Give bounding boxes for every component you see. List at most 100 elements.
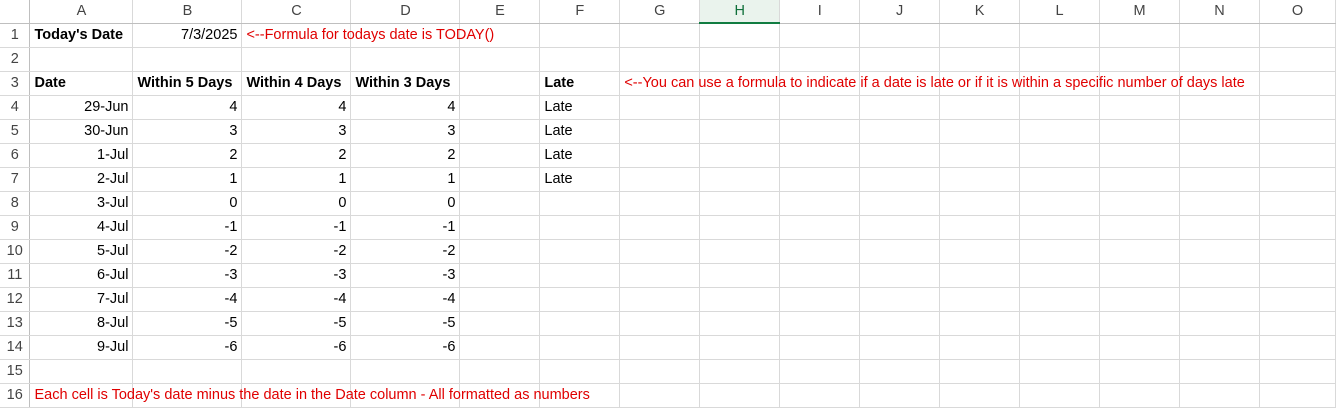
cell-a16[interactable]: Each cell is Today's date minus the date… [29,383,590,408]
row-header[interactable]: 8 [0,191,31,216]
row-header[interactable]: 6 [0,143,31,168]
cell[interactable] [619,263,701,288]
date-cell[interactable]: 3-Jul [29,191,134,216]
cell[interactable] [1099,287,1180,312]
column-header-m[interactable]: M [1099,0,1180,24]
cell[interactable] [1259,335,1336,360]
cell[interactable] [1179,119,1260,144]
row-header[interactable]: 5 [0,119,31,144]
late-cell[interactable] [539,335,621,360]
row-header[interactable]: 11 [0,263,31,288]
cell[interactable] [1019,287,1101,312]
cell[interactable] [1259,287,1336,312]
cell[interactable] [1099,239,1180,264]
column-header-h[interactable]: H [699,0,781,24]
cell-o3[interactable] [1259,71,1336,96]
cell[interactable] [1019,311,1101,336]
column-header-e[interactable]: E [459,0,541,24]
cell[interactable] [699,359,781,384]
date-cell[interactable]: 30-Jun [29,119,134,144]
within-3-days-cell[interactable]: -4 [350,287,461,312]
cell[interactable] [1019,263,1101,288]
cell[interactable] [1259,383,1336,408]
within-4-days-cell[interactable]: -1 [241,215,352,240]
cell[interactable] [939,215,1021,240]
cell-h1[interactable] [699,23,781,48]
cell[interactable] [779,143,861,168]
cell[interactable] [1259,215,1336,240]
cell[interactable] [859,47,941,72]
cell[interactable] [459,143,541,168]
within-4-days-cell[interactable]: 0 [241,191,352,216]
cell[interactable] [1019,95,1101,120]
cell[interactable] [619,215,701,240]
row-header[interactable]: 3 [0,71,31,96]
cell-l1[interactable] [1019,23,1101,48]
cell[interactable] [939,335,1021,360]
within-3-days-cell[interactable]: -5 [350,311,461,336]
cell[interactable] [779,95,861,120]
column-header-d[interactable]: D [350,0,461,24]
cell-m1[interactable] [1099,23,1180,48]
cell[interactable] [1259,311,1336,336]
within-4-days-cell[interactable]: -2 [241,239,352,264]
cell[interactable] [459,167,541,192]
cell[interactable] [939,191,1021,216]
cell[interactable] [779,383,861,408]
cell[interactable] [699,119,781,144]
cell[interactable] [539,359,621,384]
column-header-f[interactable]: F [539,0,621,24]
cell[interactable] [1099,119,1180,144]
column-header-n[interactable]: N [1179,0,1260,24]
within-3-days-cell[interactable]: 2 [350,143,461,168]
date-cell[interactable]: 8-Jul [29,311,134,336]
cell[interactable] [699,263,781,288]
cell[interactable] [459,119,541,144]
cell[interactable] [1179,335,1260,360]
date-cell[interactable]: 7-Jul [29,287,134,312]
cell[interactable] [1179,311,1260,336]
row-header[interactable]: 7 [0,167,31,192]
within-3-days-cell[interactable]: -3 [350,263,461,288]
row-header[interactable]: 15 [0,359,31,384]
cell[interactable] [1019,167,1101,192]
cell[interactable] [1099,215,1180,240]
cell[interactable] [619,167,701,192]
cell-c1[interactable]: <--Formula for todays date is TODAY() [241,23,494,48]
cell[interactable] [619,311,701,336]
cell[interactable] [779,359,861,384]
cell[interactable] [699,287,781,312]
cell[interactable] [619,239,701,264]
within-4-days-cell[interactable]: 1 [241,167,352,192]
cell[interactable] [459,287,541,312]
cell[interactable] [1099,143,1180,168]
row-header[interactable]: 13 [0,311,31,336]
column-header-o[interactable]: O [1259,0,1336,24]
late-cell[interactable]: Late [539,95,621,120]
row-header[interactable]: 10 [0,239,31,264]
within-5-days-cell[interactable]: -2 [132,239,243,264]
cell[interactable] [699,215,781,240]
cell[interactable] [859,239,941,264]
cell[interactable] [859,263,941,288]
cell[interactable] [619,47,701,72]
within-3-days-cell[interactable]: -2 [350,239,461,264]
within-5-days-cell[interactable]: 0 [132,191,243,216]
cell[interactable] [1019,383,1101,408]
cell-g3[interactable]: <--You can use a formula to indicate if … [619,71,1245,96]
cell-n1[interactable] [1179,23,1260,48]
within-4-days-cell[interactable]: -5 [241,311,352,336]
cell[interactable] [939,311,1021,336]
date-cell[interactable]: 2-Jul [29,167,134,192]
cell[interactable] [1179,143,1260,168]
header-within-5-days[interactable]: Within 5 Days [132,71,243,96]
cell[interactable] [699,95,781,120]
column-header-g[interactable]: G [619,0,701,24]
cell[interactable] [859,215,941,240]
within-4-days-cell[interactable]: -6 [241,335,352,360]
cell[interactable] [1099,335,1180,360]
cell[interactable] [859,311,941,336]
cell[interactable] [619,383,701,408]
date-cell[interactable]: 5-Jul [29,239,134,264]
cell[interactable] [1019,191,1101,216]
